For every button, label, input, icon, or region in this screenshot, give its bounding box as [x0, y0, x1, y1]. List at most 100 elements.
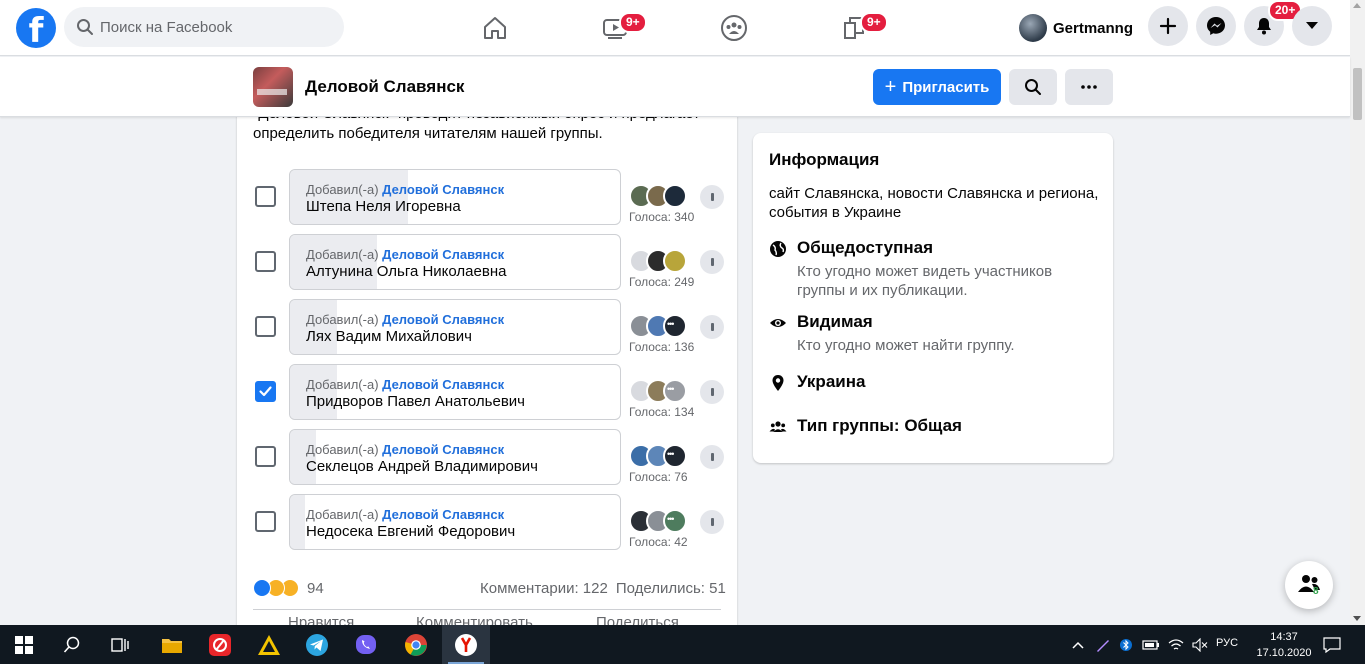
- poll-checkbox[interactable]: [255, 251, 276, 272]
- visibility-description: Кто угодно может найти группу.: [797, 337, 1015, 354]
- poll-option[interactable]: Добавил(-а) Деловой Славянск Секлецов Ан…: [253, 429, 733, 485]
- voter-avatars[interactable]: [629, 509, 699, 533]
- author-link[interactable]: Деловой Славянск: [382, 247, 504, 262]
- search-bar[interactable]: [64, 7, 344, 47]
- poll-option[interactable]: Добавил(-а) Деловой Славянск Недосека Ев…: [253, 494, 733, 550]
- like-action-button[interactable]: Нравится: [288, 614, 408, 625]
- reactions-summary[interactable]: 94: [253, 576, 324, 600]
- poll-checkbox[interactable]: [255, 186, 276, 207]
- tray-wifi[interactable]: [1166, 625, 1186, 664]
- profile-button[interactable]: Gertmanng: [1015, 12, 1137, 44]
- nav-groups[interactable]: [678, 8, 790, 48]
- scroll-down-icon[interactable]: [1353, 616, 1361, 621]
- scroll-up-icon[interactable]: [1353, 3, 1361, 8]
- action-center-button[interactable]: [1318, 625, 1346, 664]
- taskbar-app-red[interactable]: [196, 625, 244, 664]
- telegram-icon: [306, 633, 328, 656]
- poll-checkbox-checked[interactable]: [255, 381, 276, 402]
- more-voters-icon: [663, 314, 687, 338]
- comments-count[interactable]: Комментарии: 122: [480, 580, 608, 597]
- group-description: сайт Славянска, новости Славянска и реги…: [769, 185, 1099, 221]
- location-text[interactable]: Украина: [797, 372, 865, 392]
- poll-option-box[interactable]: Добавил(-а) Деловой Славянск Придворов П…: [289, 364, 621, 420]
- voter-avatars[interactable]: [629, 314, 699, 338]
- scrollbar-thumb[interactable]: [1353, 68, 1362, 120]
- option-info-button[interactable]: [700, 250, 724, 274]
- poll-option[interactable]: Добавил(-а) Деловой Славянск Штепа Неля …: [253, 169, 733, 225]
- share-action-button[interactable]: Поделиться: [596, 614, 716, 625]
- facebook-logo[interactable]: f: [16, 8, 56, 48]
- option-info-button[interactable]: [700, 445, 724, 469]
- tray-battery[interactable]: [1140, 625, 1162, 664]
- option-info-button[interactable]: [700, 315, 724, 339]
- option-info-button[interactable]: [700, 185, 724, 209]
- tray-bluetooth[interactable]: [1118, 625, 1134, 664]
- nav-gaming[interactable]: 9+: [798, 8, 910, 48]
- page-scrollbar[interactable]: [1350, 0, 1365, 625]
- poll-option[interactable]: Добавил(-а) Деловой Славянск Лях Вадим М…: [253, 299, 733, 355]
- author-link[interactable]: Деловой Славянск: [382, 182, 504, 197]
- nav-home[interactable]: [439, 8, 551, 48]
- chrome-icon: [405, 633, 427, 656]
- task-view-button[interactable]: [96, 625, 144, 664]
- author-link[interactable]: Деловой Славянск: [382, 312, 504, 327]
- start-button[interactable]: [0, 625, 48, 664]
- poll-checkbox[interactable]: [255, 316, 276, 337]
- taskbar-search-button[interactable]: [48, 625, 96, 664]
- windows-logo-icon: [15, 635, 33, 654]
- option-name: Придворов Павел Анатольевич: [306, 393, 525, 410]
- notifications-button[interactable]: 20+: [1244, 0, 1303, 46]
- create-button[interactable]: [1148, 6, 1188, 46]
- tray-volume[interactable]: [1190, 625, 1210, 664]
- info-icon: [710, 258, 714, 266]
- taskbar-yandex-browser[interactable]: [442, 625, 490, 664]
- poll-checkbox[interactable]: [255, 446, 276, 467]
- author-link[interactable]: Деловой Славянск: [382, 442, 504, 457]
- shares-count[interactable]: Поделились: 51: [616, 580, 726, 597]
- like-reaction-icon: [253, 579, 271, 597]
- group-type-text: Тип группы: Общая: [797, 416, 962, 435]
- poll-option-box[interactable]: Добавил(-а) Деловой Славянск Недосека Ев…: [289, 494, 621, 550]
- option-info-button[interactable]: [700, 380, 724, 404]
- taskbar-clock[interactable]: 14:37 17.10.2020: [1255, 629, 1313, 661]
- voter-avatars[interactable]: [629, 249, 699, 273]
- comment-action-button[interactable]: Комментировать: [416, 614, 536, 625]
- tray-overflow-button[interactable]: [1068, 625, 1088, 664]
- language-indicator[interactable]: РУС: [1216, 637, 1238, 649]
- option-name: Алтунина Ольга Николаевна: [306, 263, 507, 280]
- info-icon: [710, 518, 714, 526]
- author-link[interactable]: Деловой Славянск: [382, 507, 504, 522]
- poll-option-box[interactable]: Добавил(-а) Деловой Славянск Лях Вадим М…: [289, 299, 621, 355]
- poll-option[interactable]: Добавил(-а) Деловой Славянск Придворов П…: [253, 364, 733, 420]
- notification-center-icon: [1323, 636, 1341, 653]
- messenger-button[interactable]: [1196, 6, 1236, 46]
- gaming-badge: 9+: [860, 12, 888, 33]
- taskbar-viber[interactable]: [342, 625, 390, 664]
- voter-avatars[interactable]: [629, 444, 699, 468]
- group-more-button[interactable]: [1065, 69, 1113, 105]
- taskbar-file-explorer[interactable]: [148, 625, 196, 664]
- search-input[interactable]: [100, 7, 330, 47]
- poll-option-box[interactable]: Добавил(-а) Деловой Славянск Алтунина Ол…: [289, 234, 621, 290]
- voter-avatars[interactable]: [629, 184, 699, 208]
- invite-button[interactable]: + Пригласить: [873, 69, 1001, 105]
- option-info-button[interactable]: [700, 510, 724, 534]
- account-menu-button[interactable]: [1292, 6, 1332, 46]
- nav-watch[interactable]: 9+: [559, 8, 671, 48]
- group-search-button[interactable]: [1009, 69, 1057, 105]
- taskbar-chrome[interactable]: [392, 625, 440, 664]
- new-members-button[interactable]: 8: [1285, 561, 1333, 609]
- group-cover-thumbnail[interactable]: [253, 67, 293, 107]
- author-link[interactable]: Деловой Славянск: [382, 377, 504, 392]
- taskbar-app-triangle[interactable]: [245, 625, 293, 664]
- poll-option-box[interactable]: Добавил(-а) Деловой Славянск Секлецов Ан…: [289, 429, 621, 485]
- vote-progress-fill: [290, 170, 409, 224]
- option-name: Недосека Евгений Федорович: [306, 523, 516, 540]
- tray-app-icon[interactable]: [1092, 625, 1114, 664]
- group-name[interactable]: Деловой Славянск: [305, 77, 464, 97]
- poll-option-box[interactable]: Добавил(-а) Деловой Славянск Штепа Неля …: [289, 169, 621, 225]
- poll-option[interactable]: Добавил(-а) Деловой Славянск Алтунина Ол…: [253, 234, 733, 290]
- voter-avatars[interactable]: [629, 379, 699, 403]
- taskbar-telegram[interactable]: [293, 625, 341, 664]
- poll-checkbox[interactable]: [255, 511, 276, 532]
